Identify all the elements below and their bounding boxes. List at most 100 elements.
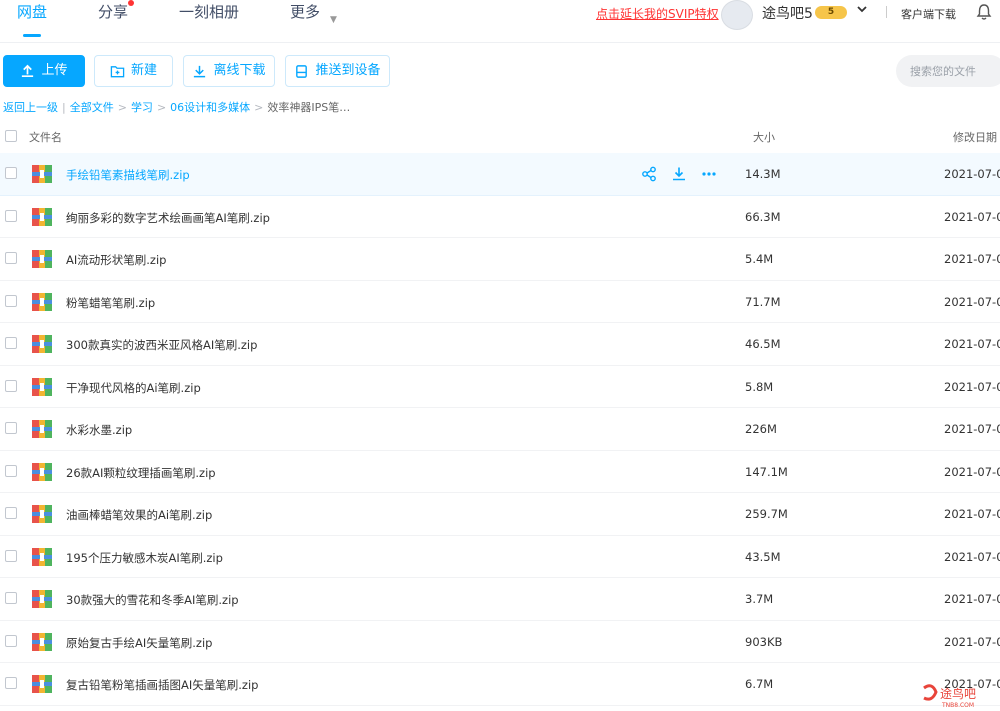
table-row[interactable]: 油画棒蜡笔效果的Ai笔刷.zip 259.7M 2021-07-09: [0, 493, 1000, 536]
row-checkbox[interactable]: [5, 592, 17, 604]
table-row[interactable]: 原始复古手绘AI矢量笔刷.zip 903KB 2021-07-09: [0, 621, 1000, 663]
file-date: 2021-07-09: [944, 337, 1000, 351]
tab-more[interactable]: 更多 ▼: [290, 0, 337, 43]
file-date: 2021-07-09: [944, 549, 1000, 564]
row-checkbox[interactable]: [5, 464, 17, 477]
upload-icon: [22, 64, 34, 77]
row-checkbox[interactable]: [5, 507, 17, 519]
notification-dot: [128, 0, 135, 6]
table-row[interactable]: 手绘铅笔素描线笔刷.zip 14.3M 2021-07-09: [0, 153, 1000, 196]
svg-text:TNB8.COM: TNB8.COM: [941, 702, 974, 709]
avatar[interactable]: [721, 0, 753, 30]
zip-file-icon: [32, 420, 52, 438]
breadcrumb-back[interactable]: 返回上一级: [3, 101, 58, 114]
column-header-size[interactable]: 大小: [753, 129, 775, 145]
search-input[interactable]: [896, 55, 1000, 87]
breadcrumb-item[interactable]: 全部文件: [70, 101, 114, 114]
row-checkbox[interactable]: [5, 677, 17, 689]
file-name[interactable]: 26款AI颗粒纹理插画笔刷.zip: [66, 465, 216, 481]
file-size: 5.4M: [745, 252, 774, 266]
zip-file-icon: [32, 335, 52, 353]
zip-file-icon: [32, 165, 52, 183]
file-size: 903KB: [745, 634, 783, 649]
file-name[interactable]: 手绘铅笔素描线笔刷.zip: [66, 167, 190, 183]
file-date: 2021-07-09: [944, 209, 1000, 224]
row-checkbox[interactable]: [5, 634, 17, 647]
zip-file-icon: [32, 675, 52, 693]
file-size: 43.5M: [745, 549, 781, 564]
column-header-date[interactable]: 修改日期: [953, 129, 997, 145]
tab-album[interactable]: 一刻相册: [179, 0, 239, 43]
breadcrumb-separator: >: [156, 101, 167, 114]
file-size: 226M: [745, 422, 777, 436]
svip-promo-link[interactable]: 点击延长我的SVIP特权: [596, 5, 719, 22]
offline-download-button[interactable]: 离线下载: [183, 55, 275, 87]
table-row[interactable]: 复古铅笔粉笔插画插图AI矢量笔刷.zip6.7M2021-07-09: [0, 663, 1000, 706]
file-size: 5.8M: [745, 379, 774, 394]
zip-file-icon: [32, 462, 52, 481]
breadcrumb-current: 效率神器IPS笔…: [267, 101, 351, 114]
row-actions: [641, 166, 717, 182]
file-size: 147.1M: [745, 464, 788, 479]
file-name[interactable]: 水彩水墨.zip: [66, 422, 132, 438]
client-download-link[interactable]: 客户端下载: [901, 6, 956, 22]
row-checkbox[interactable]: [5, 422, 17, 434]
user-menu-chevron-icon[interactable]: [856, 3, 868, 19]
row-checkbox[interactable]: [5, 209, 17, 222]
file-date: 2021-07-09: [944, 592, 1000, 606]
table-row[interactable]: 30款强大的雪花和冬季AI笔刷.zip 3.7M 2021-07-09: [0, 578, 1000, 621]
upload-label: 上传: [41, 63, 68, 78]
download-icon[interactable]: [671, 166, 687, 182]
zip-file-icon: [32, 505, 52, 523]
watermark-logo: 途鸟吧 TNB8.COM: [918, 680, 998, 710]
table-row[interactable]: 水彩水墨.zip 226M 2021-07-09: [0, 408, 1000, 451]
row-checkbox[interactable]: [5, 379, 17, 392]
file-size: 3.7M: [745, 592, 774, 606]
column-header-name[interactable]: 文件名: [29, 129, 62, 145]
select-all-checkbox[interactable]: [5, 130, 17, 142]
zip-file-icon: [32, 292, 52, 311]
file-name[interactable]: 原始复古手绘AI矢量笔刷.zip: [66, 635, 212, 651]
vip-level: 5: [827, 7, 835, 17]
file-size: 14.3M: [745, 167, 781, 181]
row-checkbox[interactable]: [5, 167, 17, 179]
table-row[interactable]: 300款真实的波西米亚风格AI笔刷.zip 46.5M 2021-07-09: [0, 323, 1000, 366]
file-name[interactable]: 195个压力敏感木炭AI笔刷.zip: [66, 550, 223, 566]
tab-share[interactable]: 分享: [98, 0, 135, 43]
file-name[interactable]: 干净现代风格的Ai笔刷.zip: [66, 380, 201, 396]
table-row[interactable]: 绚丽多彩的数字艺术绘画画笔AI笔刷.zip 66.3M 2021-07-09: [0, 196, 1000, 238]
share-icon[interactable]: [641, 166, 657, 182]
file-name[interactable]: 300款真实的波西米亚风格AI笔刷.zip: [66, 337, 257, 353]
table-row[interactable]: 干净现代风格的Ai笔刷.zip 5.8M 2021-07-09: [0, 366, 1000, 408]
breadcrumb-item[interactable]: 学习: [131, 101, 153, 114]
new-button[interactable]: 新建: [94, 55, 173, 87]
device-icon: [296, 64, 308, 78]
vip-badge: 5: [815, 6, 847, 19]
breadcrumb-separator: |: [62, 101, 66, 114]
file-name[interactable]: AI流动形状笔刷.zip: [66, 252, 166, 268]
file-name[interactable]: 绚丽多彩的数字艺术绘画画笔AI笔刷.zip: [66, 210, 270, 226]
upload-button[interactable]: 上传: [3, 55, 85, 87]
row-checkbox[interactable]: [5, 294, 17, 307]
file-date: 2021-07-09: [944, 507, 1000, 521]
row-checkbox[interactable]: [5, 549, 17, 562]
tab-netdisk[interactable]: 网盘: [17, 0, 47, 43]
row-checkbox[interactable]: [5, 337, 17, 349]
username[interactable]: 途鸟吧5: [762, 3, 813, 23]
chevron-down-icon: ▼: [330, 15, 337, 25]
table-row[interactable]: AI流动形状笔刷.zip 5.4M 2021-07-09: [0, 238, 1000, 281]
file-name[interactable]: 油画棒蜡笔效果的Ai笔刷.zip: [66, 507, 212, 523]
file-name[interactable]: 粉笔蜡笔笔刷.zip: [66, 295, 155, 311]
file-name[interactable]: 30款强大的雪花和冬季AI笔刷.zip: [66, 592, 239, 608]
file-date: 2021-07-09: [944, 634, 1000, 649]
row-checkbox[interactable]: [5, 252, 17, 264]
push-to-device-button[interactable]: 推送到设备: [285, 55, 390, 87]
table-row[interactable]: 26款AI颗粒纹理插画笔刷.zip 147.1M 2021-07-09: [0, 451, 1000, 493]
breadcrumb-item[interactable]: 06设计和多媒体: [170, 101, 250, 114]
table-row[interactable]: 195个压力敏感木炭AI笔刷.zip 43.5M 2021-07-09: [0, 536, 1000, 578]
bell-icon[interactable]: [976, 3, 992, 21]
file-name[interactable]: 复古铅笔粉笔插画插图AI矢量笔刷.zip: [66, 677, 258, 693]
file-size: 259.7M: [745, 507, 788, 521]
table-row[interactable]: 粉笔蜡笔笔刷.zip 71.7M 2021-07-09: [0, 281, 1000, 323]
more-icon[interactable]: [701, 166, 717, 182]
